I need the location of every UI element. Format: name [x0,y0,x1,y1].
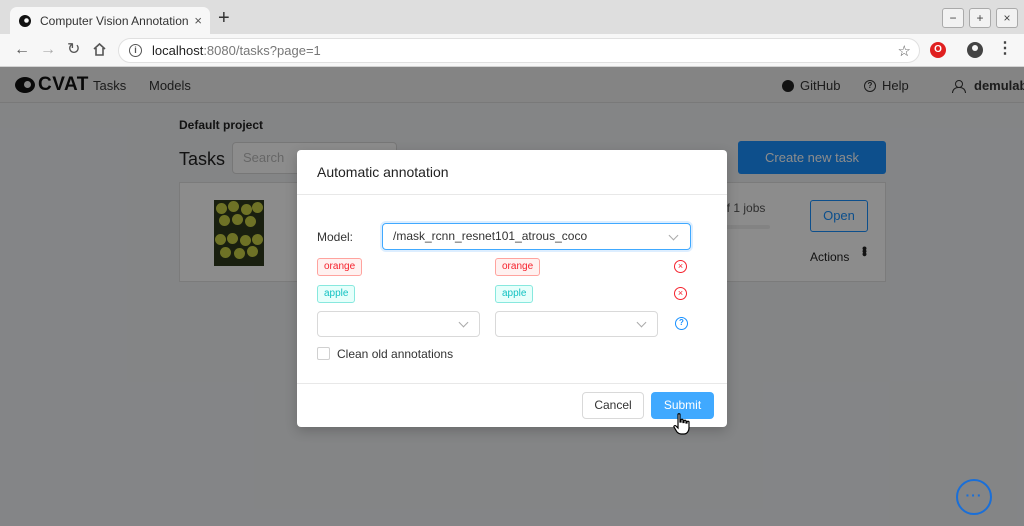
chat-bubble-icon[interactable]: ··· [956,479,992,515]
browser-tab[interactable]: Computer Vision Annotation To × [10,7,210,34]
reload-icon[interactable]: ↻ [67,41,80,59]
remove-mapping-icon[interactable]: × [674,260,687,273]
home-icon[interactable] [92,42,107,57]
close-window-button[interactable]: × [996,8,1018,28]
minimize-button[interactable]: − [942,8,964,28]
tab-close-icon[interactable]: × [194,13,202,28]
clean-annotations-checkbox[interactable] [317,347,330,360]
new-tab-button[interactable]: + [218,8,230,28]
forward-arrow-icon[interactable]: → [40,41,56,59]
hand-cursor-icon [673,413,690,435]
task-label-select[interactable] [495,311,658,337]
browser-tabstrip: Computer Vision Annotation To × + − + × [0,0,1024,34]
chevron-down-icon [636,317,647,328]
clean-annotations-label[interactable]: Clean old annotations [337,347,453,361]
modal-footer-divider [297,383,727,384]
task-label-tag-orange: orange [495,258,541,276]
model-label: Model: [317,230,354,244]
opera-extension-icon[interactable]: O [930,42,946,58]
cancel-button[interactable]: Cancel [582,392,644,419]
chevron-down-icon [668,230,679,241]
back-arrow-icon[interactable]: ← [14,41,30,59]
question-circle-icon[interactable]: ? [675,317,688,330]
tab-title: Computer Vision Annotation To [40,13,189,28]
model-label-tag-orange: orange [317,258,363,276]
cvat-favicon-icon [19,14,31,27]
account-icon[interactable] [967,42,983,58]
chevron-down-icon [458,317,469,328]
model-label-tag-apple: apple [317,285,356,303]
browser-menu-icon[interactable]: ⋮ [997,40,1013,58]
bookmark-star-icon[interactable]: ☆ [898,42,911,60]
task-label-tag-apple: apple [495,285,534,303]
model-label-select[interactable] [317,311,480,337]
address-bar[interactable]: i localhost:8080/tasks?page=1 ☆ [118,38,920,63]
url-host: localhost [152,43,204,58]
model-select[interactable]: /mask_rcnn_resnet101_atrous_coco [382,223,691,250]
modal-title: Automatic annotation [317,164,449,180]
automatic-annotation-modal: Automatic annotation Model: /mask_rcnn_r… [297,150,727,427]
modal-divider [297,194,727,195]
url-path: :8080/tasks?page=1 [203,43,321,58]
browser-toolbar: ← → ↻ i localhost:8080/tasks?page=1 ☆ O … [0,34,1024,67]
model-select-value: /mask_rcnn_resnet101_atrous_coco [393,229,588,243]
info-icon[interactable]: i [129,44,142,57]
maximize-button[interactable]: + [969,8,991,28]
remove-mapping-icon[interactable]: × [674,287,687,300]
